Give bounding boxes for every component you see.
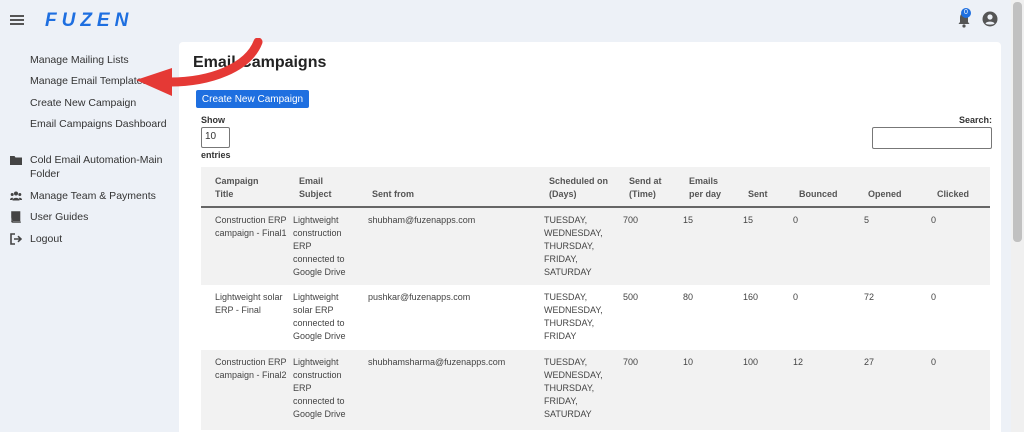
column-header[interactable]: Emails per day <box>689 175 729 201</box>
book-icon <box>11 211 21 223</box>
column-header[interactable]: Sent from <box>372 188 452 201</box>
column-header[interactable]: Send at (Time) <box>629 175 669 201</box>
logout-icon <box>10 233 22 245</box>
sent-from-cell: pushkar@fuzenapps.com <box>368 292 471 302</box>
email-subject-cell: Lightweight construction ERP connected t… <box>293 215 346 277</box>
sidebar-item-label: Manage Team & Payments <box>30 190 156 202</box>
top-bar: FUZEN 0 <box>0 0 1024 40</box>
schedule-days-cell: TUESDAY, WEDNESDAY, THURSDAY, FRIDAY <box>544 292 603 341</box>
emails-per-day-cell: 10 <box>683 357 694 367</box>
campaign-title-cell: Lightweight solar ERP - Final <box>215 292 283 315</box>
page-scrollbar[interactable] <box>1011 0 1024 432</box>
opened-count-cell: 72 <box>864 292 875 302</box>
campaign-title-cell: Construction ERP campaign - Final2 <box>215 357 287 380</box>
send-time-cell: 700 <box>623 357 639 367</box>
column-header[interactable]: Scheduled on (Days) <box>549 175 609 201</box>
clicked-count-cell: 0 <box>931 292 937 302</box>
scrollbar-thumb[interactable] <box>1013 2 1022 242</box>
sidebar-item-label: Email Campaigns Dashboard <box>30 118 167 130</box>
user-account-icon[interactable] <box>982 11 998 27</box>
entries-per-page-select[interactable]: 10 <box>201 127 230 148</box>
notification-badge: 0 <box>961 8 971 18</box>
sidebar-item-label: Cold Email Automation-Main Folder <box>30 154 163 180</box>
send-time-cell: 700 <box>623 215 639 225</box>
column-header[interactable]: Sent <box>748 188 788 201</box>
sent-count-cell: 15 <box>743 215 754 225</box>
bounced-count-cell: 0 <box>793 215 799 225</box>
opened-count-cell: 5 <box>864 215 870 225</box>
red-arrow-annotation <box>136 38 263 96</box>
search-input[interactable] <box>872 127 992 149</box>
column-header[interactable]: Email Subject <box>299 175 349 201</box>
column-header[interactable]: Campaign Title <box>215 175 275 201</box>
app-logo[interactable]: FUZEN <box>45 10 133 32</box>
opened-count-cell: 27 <box>864 357 875 367</box>
entries-label: entries <box>201 150 231 160</box>
bounced-count-cell: 0 <box>793 292 799 302</box>
folder-icon <box>10 156 22 165</box>
show-label: Show <box>201 115 225 125</box>
email-subject-cell: Lightweight solar ERP connected to Googl… <box>293 292 346 341</box>
sent-count-cell: 160 <box>743 292 759 302</box>
column-header[interactable]: Bounced <box>799 188 849 201</box>
clicked-count-cell: 0 <box>931 357 937 367</box>
emails-per-day-cell: 15 <box>683 215 694 225</box>
bounced-count-cell: 12 <box>793 357 804 367</box>
search-label: Search: <box>959 115 993 125</box>
sidebar-item-label: Logout <box>30 233 63 245</box>
sent-from-cell: shubhamsharma@fuzenapps.com <box>368 357 506 367</box>
sidebar-item-label: User Guides <box>30 211 89 223</box>
users-icon <box>10 191 22 201</box>
table-row[interactable]: Lightweight solar ERP - Final Lightweigh… <box>201 285 990 350</box>
send-time-cell: 500 <box>623 292 639 302</box>
table-header: Campaign Title Email Subject Sent from S… <box>201 167 990 208</box>
table-row[interactable]: Construction ERP campaign - Final1 Light… <box>201 208 990 285</box>
schedule-days-cell: TUESDAY, WEDNESDAY, THURSDAY, FRIDAY, SA… <box>544 215 603 277</box>
column-header[interactable]: Opened <box>868 188 918 201</box>
email-subject-cell: Lightweight construction ERP connected t… <box>293 357 346 419</box>
menu-icon[interactable] <box>10 15 24 25</box>
main-content-card: Email Campaigns Create New Campaign Show… <box>179 42 1001 432</box>
table-row[interactable]: Construction ERP campaign - Final2 Light… <box>201 350 990 430</box>
sent-count-cell: 100 <box>743 357 759 367</box>
campaign-title-cell: Construction ERP campaign - Final1 <box>215 215 287 238</box>
clicked-count-cell: 0 <box>931 215 937 225</box>
emails-per-day-cell: 80 <box>683 292 694 302</box>
column-header[interactable]: Clicked <box>937 188 987 201</box>
sent-from-cell: shubham@fuzenapps.com <box>368 215 476 225</box>
schedule-days-cell: TUESDAY, WEDNESDAY, THURSDAY, FRIDAY, SA… <box>544 357 603 419</box>
